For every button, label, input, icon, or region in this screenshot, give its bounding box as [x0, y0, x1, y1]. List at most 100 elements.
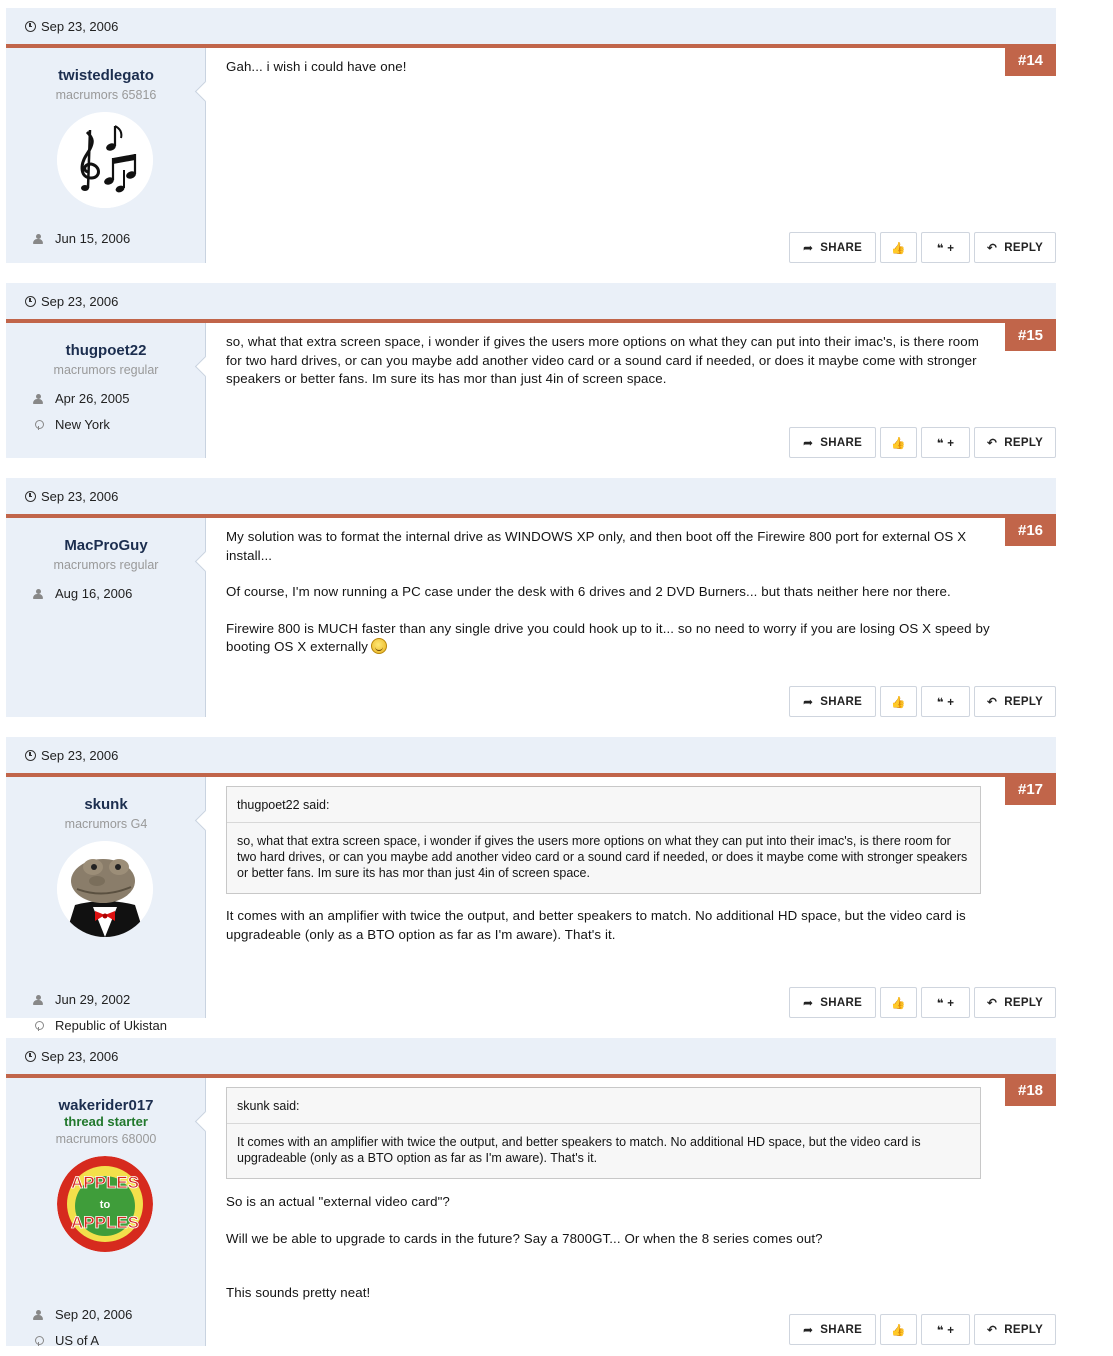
post-date[interactable]: Sep 23, 2006	[41, 748, 118, 763]
post-actions: ➦ SHARE 👍 ❝ + ↶ REPLY	[789, 987, 1056, 1018]
user-icon	[33, 588, 43, 599]
smiley-icon	[371, 638, 387, 654]
like-button[interactable]: 👍	[880, 686, 917, 717]
avatar[interactable]: APPLES to APPLES	[57, 1156, 153, 1252]
user-icon	[33, 994, 43, 1005]
joined-date: Jun 15, 2006	[33, 231, 130, 246]
share-button[interactable]: ➦ SHARE	[789, 987, 876, 1018]
like-button[interactable]: 👍	[880, 1314, 917, 1345]
quote-button[interactable]: ❝ +	[921, 427, 970, 458]
post-date-bar: Sep 23, 2006	[6, 8, 1056, 45]
reply-button[interactable]: ↶ REPLY	[974, 427, 1056, 458]
user-title: macrumors regular	[53, 363, 159, 377]
reply-button[interactable]: ↶ REPLY	[974, 686, 1056, 717]
username[interactable]: MacProGuy	[6, 537, 206, 554]
post-actions: ➦ SHARE 👍 ❝ + ↶ REPLY	[789, 427, 1056, 458]
share-button[interactable]: ➦ SHARE	[789, 427, 876, 458]
quote-button[interactable]: ❝ +	[921, 1314, 970, 1345]
quote-button[interactable]: ❝ +	[921, 686, 970, 717]
reply-button[interactable]: ↶ REPLY	[974, 987, 1056, 1018]
avatar[interactable]	[57, 841, 153, 937]
clock-icon	[25, 1051, 36, 1062]
quote-text: It comes with an amplifier with twice th…	[237, 1135, 921, 1165]
map-pin-icon	[35, 1020, 44, 1031]
share-icon: ➦	[802, 995, 814, 1010]
user-icon	[33, 233, 43, 244]
post-date[interactable]: Sep 23, 2006	[41, 1049, 118, 1064]
post: Sep 23, 2006 wakerider017 thread starter…	[6, 1038, 1056, 1356]
joined-date-text: Apr 26, 2005	[55, 391, 130, 406]
quote-button[interactable]: ❝ +	[921, 987, 970, 1018]
like-button[interactable]: 👍	[880, 427, 917, 458]
post-actions: ➦ SHARE 👍 ❝ + ↶ REPLY	[789, 232, 1056, 263]
post: Sep 23, 2006 twistedlegato macrumors 658…	[6, 8, 1056, 264]
user-sidebar: twistedlegato macrumors 65816 Jun 15, 20…	[6, 48, 206, 263]
thumbs-up-icon: 👍	[891, 437, 906, 450]
like-button[interactable]: 👍	[880, 232, 917, 263]
post-number[interactable]: #15	[1005, 321, 1056, 351]
user-location-text: New York	[55, 417, 110, 432]
user-location-text: US of A	[55, 1333, 100, 1348]
post-date-bar: Sep 23, 2006	[6, 478, 1056, 515]
user-title: macrumors 65816	[55, 88, 157, 102]
clock-icon	[25, 491, 36, 502]
share-icon: ➦	[802, 694, 814, 709]
quote-author[interactable]: skunk said:	[227, 1088, 980, 1124]
reply-icon: ↶	[986, 435, 998, 450]
share-button[interactable]: ➦ SHARE	[789, 686, 876, 717]
post-text: It comes with an amplifier with twice th…	[226, 908, 966, 942]
quote-plus-icon: ❝ +	[936, 696, 955, 709]
apples-to-apples-avatar: APPLES to APPLES	[57, 1156, 153, 1252]
post-text: Gah... i wish i could have one!	[226, 59, 407, 74]
avatar[interactable]	[57, 112, 153, 208]
reply-icon: ↶	[986, 1322, 998, 1337]
post-text: Will we be able to upgrade to cards in t…	[226, 1230, 823, 1246]
post-body: So is an actual "external video card"? W…	[226, 1193, 996, 1321]
username[interactable]: skunk	[6, 796, 206, 813]
post-text: This sounds pretty neat!	[226, 1285, 371, 1300]
post-number[interactable]: #16	[1005, 516, 1056, 546]
user-sidebar: skunk macrumors G4 Jun 29, 2002 Republic…	[6, 777, 206, 1033]
reply-button[interactable]: ↶ REPLY	[974, 1314, 1056, 1345]
share-icon: ➦	[802, 435, 814, 450]
share-button[interactable]: ➦ SHARE	[789, 1314, 876, 1345]
share-icon: ➦	[802, 240, 814, 255]
quote-text: so, what that extra screen space, i wond…	[237, 834, 968, 880]
post-number[interactable]: #17	[1005, 775, 1056, 805]
post-body: It comes with an amplifier with twice th…	[226, 907, 996, 962]
post-number[interactable]: #18	[1005, 1076, 1056, 1106]
username[interactable]: wakerider017	[6, 1097, 206, 1114]
post: Sep 23, 2006 skunk macrumors G4 Jun 29, …	[6, 737, 1056, 1033]
quote-button[interactable]: ❝ +	[921, 232, 970, 263]
user-sidebar: MacProGuy macrumors regular Aug 16, 2006	[6, 518, 206, 717]
reply-button[interactable]: ↶ REPLY	[974, 232, 1056, 263]
like-button[interactable]: 👍	[880, 987, 917, 1018]
clock-icon	[25, 296, 36, 307]
joined-date-text: Sep 20, 2006	[55, 1307, 133, 1322]
quote-block: thugpoet22 said: so, what that extra scr…	[226, 786, 981, 894]
user-sidebar: thugpoet22 macrumors regular Apr 26, 200…	[6, 323, 206, 458]
quote-author[interactable]: thugpoet22 said:	[227, 787, 980, 823]
post-text: Firewire 800 is MUCH faster than any sin…	[226, 620, 990, 654]
share-button[interactable]: ➦ SHARE	[789, 232, 876, 263]
post-body: Gah... i wish i could have one!	[226, 58, 996, 95]
post-date[interactable]: Sep 23, 2006	[41, 294, 118, 309]
thumbs-up-icon: 👍	[891, 696, 906, 709]
post-date-bar: Sep 23, 2006	[6, 1038, 1056, 1075]
map-pin-icon	[35, 419, 44, 430]
quote-plus-icon: ❝ +	[936, 437, 955, 450]
post-date[interactable]: Sep 23, 2006	[41, 489, 118, 504]
post-text: Of course, I'm now running a PC case und…	[226, 584, 951, 599]
thumbs-up-icon: 👍	[891, 1324, 906, 1337]
post-body: My solution was to format the internal d…	[226, 528, 996, 675]
post-date-bar: Sep 23, 2006	[6, 737, 1056, 774]
post-actions: ➦ SHARE 👍 ❝ + ↶ REPLY	[789, 686, 1056, 717]
clock-icon	[25, 750, 36, 761]
post-date[interactable]: Sep 23, 2006	[41, 19, 118, 34]
username[interactable]: thugpoet22	[6, 342, 206, 359]
reply-icon: ↶	[986, 995, 998, 1010]
music-notes-avatar	[57, 112, 153, 208]
joined-date: Sep 20, 2006	[33, 1307, 132, 1322]
username[interactable]: twistedlegato	[6, 67, 206, 84]
post-number[interactable]: #14	[1005, 46, 1056, 76]
